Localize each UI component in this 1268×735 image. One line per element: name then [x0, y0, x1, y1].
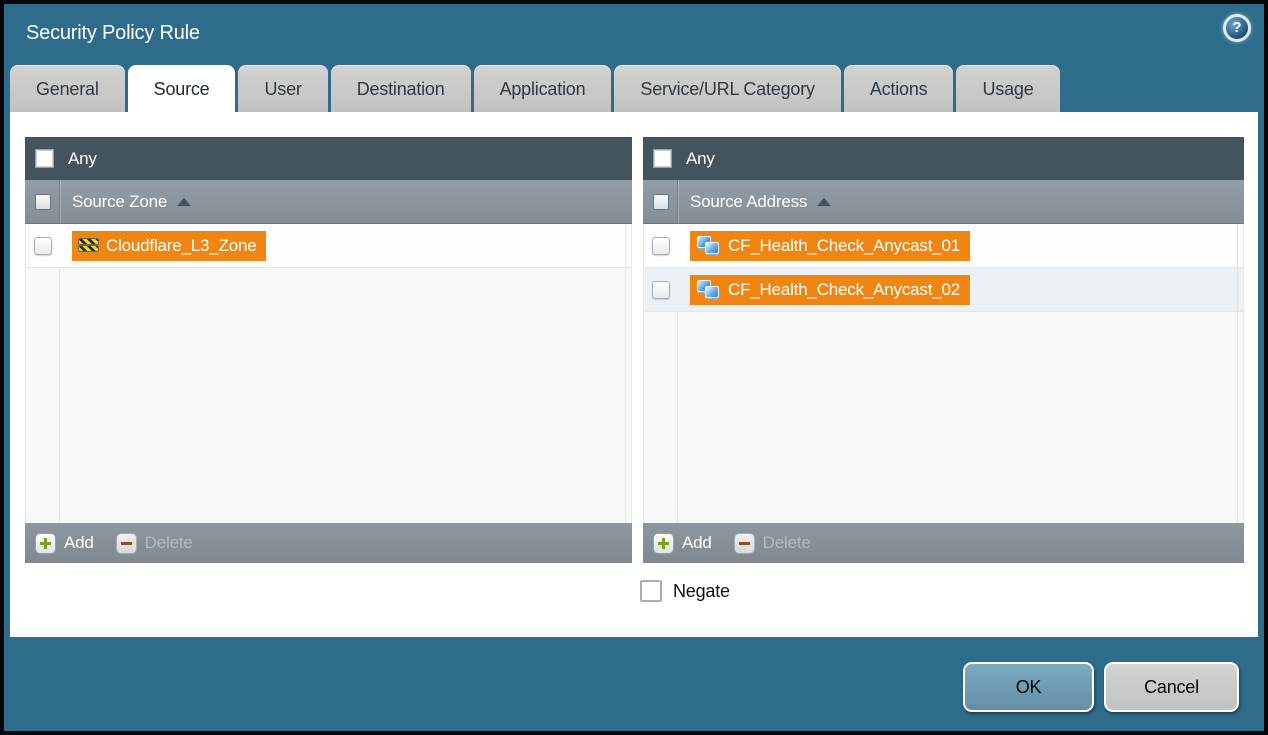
dialog-content: Any Source Zone Cloudflare_L3_Zone Add D… — [10, 112, 1258, 637]
cancel-button[interactable]: Cancel — [1104, 662, 1239, 712]
selected-object-chip[interactable]: CF_Health_Check_Anycast_01 — [690, 231, 970, 261]
tab-destination[interactable]: Destination — [331, 65, 471, 112]
tab-user[interactable]: User — [238, 65, 327, 112]
row-checkbox[interactable] — [652, 237, 670, 255]
delete-label: Delete — [763, 533, 811, 553]
ok-button[interactable]: OK — [963, 662, 1094, 712]
zone-icon — [79, 238, 98, 253]
source-zone-any-header: Any — [25, 137, 632, 180]
minus-icon — [116, 533, 137, 554]
source-address-toolbar: Add Delete — [643, 523, 1244, 563]
source-zone-list: Cloudflare_L3_Zone — [25, 224, 632, 523]
negate-checkbox[interactable] — [640, 580, 662, 602]
delete-button[interactable]: Delete — [116, 533, 193, 554]
source-address-any-checkbox[interactable] — [653, 149, 672, 168]
column-header-label: Source Address — [690, 192, 807, 212]
row-checkbox[interactable] — [34, 237, 52, 255]
object-name: CF_Health_Check_Anycast_01 — [728, 236, 960, 256]
negate-control: Negate — [640, 580, 730, 602]
dialog-titlebar: Security Policy Rule — [4, 4, 1264, 62]
row-checkbox[interactable] — [652, 281, 670, 299]
address-icon — [697, 236, 720, 255]
plus-icon — [653, 533, 674, 554]
table-row[interactable]: CF_Health_Check_Anycast_02 — [644, 268, 1243, 312]
add-label: Add — [682, 533, 712, 553]
table-row[interactable]: Cloudflare_L3_Zone — [26, 224, 631, 268]
selected-object-chip[interactable]: Cloudflare_L3_Zone — [72, 231, 266, 261]
add-label: Add — [64, 533, 94, 553]
minus-icon — [734, 533, 755, 554]
column-separator — [59, 180, 60, 223]
any-label: Any — [68, 149, 97, 169]
security-policy-rule-dialog: Security Policy Rule GeneralSourceUserDe… — [0, 0, 1268, 735]
help-icon[interactable] — [1223, 14, 1251, 42]
plus-icon — [35, 533, 56, 554]
tab-source[interactable]: Source — [128, 65, 236, 112]
object-name: CF_Health_Check_Anycast_02 — [728, 280, 960, 300]
delete-label: Delete — [145, 533, 193, 553]
add-button[interactable]: Add — [653, 533, 712, 554]
source-address-panel: Any Source Address CF_Health_Check_Anyca… — [643, 137, 1244, 563]
tab-actions[interactable]: Actions — [844, 65, 954, 112]
dialog-title: Security Policy Rule — [26, 4, 200, 62]
source-zone-any-checkbox[interactable] — [35, 149, 54, 168]
tab-service-url-category[interactable]: Service/URL Category — [614, 65, 840, 112]
tab-general[interactable]: General — [10, 65, 125, 112]
source-zone-column-header[interactable]: Source Zone — [25, 180, 632, 224]
source-address-any-header: Any — [643, 137, 1244, 180]
sort-asc-arrow-icon — [177, 198, 191, 206]
address-icon — [697, 280, 720, 299]
negate-label: Negate — [673, 581, 730, 602]
object-name: Cloudflare_L3_Zone — [106, 236, 256, 256]
source-address-list: CF_Health_Check_Anycast_01 CF_Health_Chec… — [643, 224, 1244, 523]
any-label: Any — [686, 149, 715, 169]
table-row[interactable]: CF_Health_Check_Anycast_01 — [644, 224, 1243, 268]
source-zone-toolbar: Add Delete — [25, 523, 632, 563]
select-all-checkbox[interactable] — [653, 194, 669, 210]
add-button[interactable]: Add — [35, 533, 94, 554]
delete-button[interactable]: Delete — [734, 533, 811, 554]
column-separator — [677, 180, 678, 223]
select-all-checkbox[interactable] — [35, 194, 51, 210]
source-zone-panel: Any Source Zone Cloudflare_L3_Zone Add D… — [25, 137, 632, 563]
column-header-label: Source Zone — [72, 192, 167, 212]
tab-bar: GeneralSourceUserDestinationApplicationS… — [10, 65, 1060, 112]
tab-application[interactable]: Application — [474, 65, 612, 112]
sort-asc-arrow-icon — [817, 198, 831, 206]
source-address-column-header[interactable]: Source Address — [643, 180, 1244, 224]
selected-object-chip[interactable]: CF_Health_Check_Anycast_02 — [690, 275, 970, 305]
tab-usage[interactable]: Usage — [956, 65, 1059, 112]
